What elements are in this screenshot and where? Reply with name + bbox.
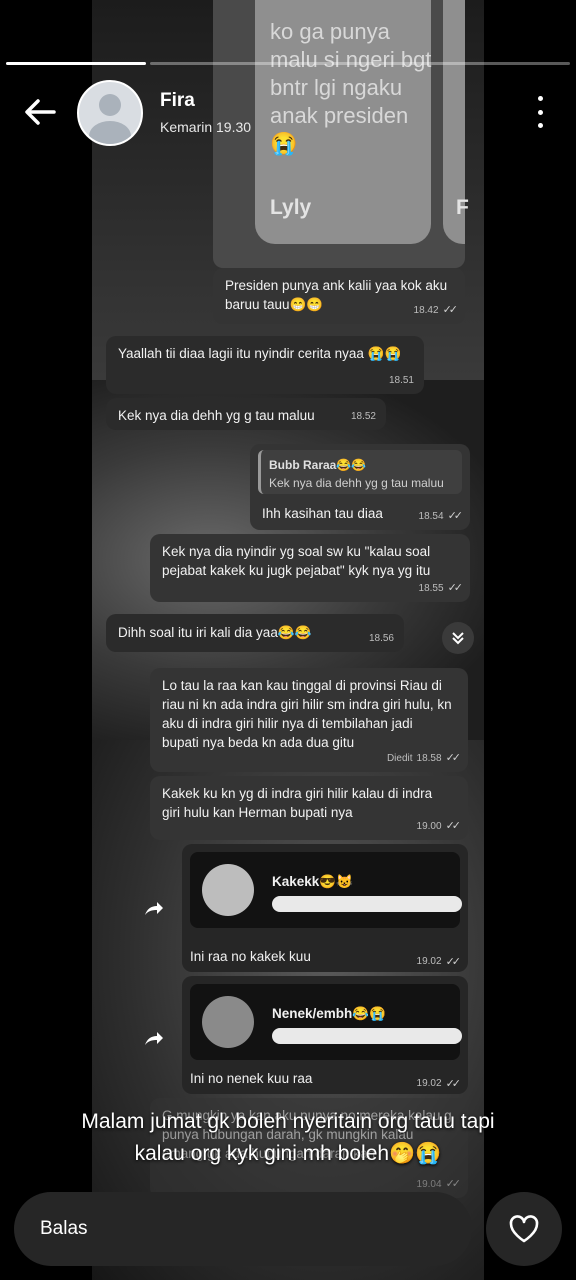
message-time: 18.51 — [388, 375, 414, 386]
read-ticks-icon: ✓✓ — [445, 1178, 462, 1190]
message-time: 18.54 — [418, 511, 444, 522]
contact-avatar — [202, 996, 254, 1048]
read-ticks-icon: ✓✓ — [445, 956, 462, 968]
contact-avatar — [202, 864, 254, 916]
back-button[interactable] — [18, 92, 62, 132]
chat-message: Kek nya dia nyindir yg soal sw ku "kalau… — [150, 534, 470, 602]
redacted-number — [272, 896, 462, 912]
reply-placeholder: Balas — [40, 1218, 88, 1239]
read-ticks-icon: ✓✓ — [445, 820, 462, 832]
message-time: 19.00 — [416, 821, 442, 832]
message-time: 18.58 — [416, 753, 442, 764]
message-text: Yaallah tii diaa lagii itu nyindir cerit… — [118, 346, 402, 361]
chevron-double-down-icon — [452, 632, 464, 645]
story-progress-next — [150, 62, 570, 65]
story-caption-line2: kalau org kyk gini mh boleh🤭😭 — [134, 1142, 442, 1165]
chat-message-reply: Bubb Raraa😂😂 Kek nya dia dehh yg g tau m… — [250, 444, 470, 530]
menu-dot — [537, 109, 543, 115]
default-avatar-icon — [89, 94, 131, 144]
contact-name: Nenek/embh😂😭 — [272, 1006, 386, 1021]
message-time: 19.02 — [416, 956, 442, 967]
embedded-story-name: Lyly — [270, 196, 312, 219]
story-author-name[interactable]: Fira — [160, 90, 195, 112]
message-time: 18.55 — [418, 583, 444, 594]
message-text: Dihh soal itu iri kali dia yaa😂😂 — [118, 625, 312, 640]
message-time: 18.56 — [368, 633, 394, 644]
read-ticks-icon: ✓✓ — [442, 304, 459, 316]
message-text: Ini no nenek kuu raa — [190, 1071, 313, 1086]
embedded-story-next-initial: F — [456, 196, 469, 219]
message-time: 19.02 — [416, 1078, 442, 1089]
message-time: 18.52 — [350, 411, 376, 422]
contact-card[interactable]: Nenek/embh😂😭 — [190, 984, 462, 1060]
story-caption-line1: Malam jumat gk boleh nyeritain org tauu … — [81, 1110, 495, 1133]
arrow-left-icon — [25, 99, 56, 125]
chat-message: Yaallah tii diaa lagii itu nyindir cerit… — [106, 336, 424, 394]
read-ticks-icon: ✓✓ — [445, 1078, 462, 1090]
story-progress-current — [6, 62, 146, 65]
kebab-menu-button[interactable] — [528, 96, 552, 128]
message-text: Ihh kasihan tau diaa — [262, 506, 383, 521]
heart-icon — [509, 1215, 539, 1243]
chat-message: Kakek ku kn yg di indra giri hilir kalau… — [150, 776, 468, 840]
read-ticks-icon: ✓✓ — [447, 582, 464, 594]
edited-label: Diedit — [386, 753, 413, 764]
contact-name: Kakekk😎😺 — [272, 874, 353, 889]
scroll-down-button[interactable] — [442, 622, 474, 654]
avatar[interactable] — [77, 80, 143, 146]
story-timestamp: Kemarin 19.30 — [160, 119, 252, 135]
forward-button[interactable] — [140, 1024, 168, 1052]
embedded-story-text: ko ga punya malu si ngeri bgt bntr lgi n… — [270, 19, 432, 156]
message-time: 18.42 — [413, 305, 439, 316]
like-button[interactable] — [486, 1192, 562, 1266]
contact-card-message[interactable]: Nenek/embh😂😭 Ini no nenek kuu raa 19.02 ✓… — [182, 976, 468, 1094]
read-ticks-icon: ✓✓ — [445, 752, 462, 764]
chat-message: Kek nya dia dehh yg g tau maluu 18.52 — [106, 398, 386, 430]
message-text: Ini raa no kakek kuu — [190, 949, 311, 964]
chat-message: Dihh soal itu iri kali dia yaa😂😂 18.56 — [106, 614, 404, 652]
menu-dot — [537, 123, 543, 128]
message-text: Kek nya dia dehh yg g tau maluu — [118, 408, 315, 423]
chat-message: Presiden punya ank kalii yaa kok aku bar… — [213, 268, 465, 324]
contact-card-message[interactable]: Kakekk😎😺 Ini raa no kakek kuu 19.02 ✓✓ — [182, 844, 468, 972]
menu-dot — [537, 96, 543, 101]
redacted-number — [272, 1028, 462, 1044]
contact-card[interactable]: Kakekk😎😺 — [190, 852, 462, 928]
quoted-sender: Bubb Raraa😂😂 — [269, 458, 367, 472]
message-text: Kakek ku kn yg di indra giri hilir kalau… — [162, 786, 433, 820]
chat-message: Lo tau la raa kan kau tinggal di provins… — [150, 668, 468, 772]
message-text: Lo tau la raa kan kau tinggal di provins… — [162, 678, 452, 750]
forward-icon — [145, 1032, 163, 1045]
message-text: Kek nya dia nyindir yg soal sw ku "kalau… — [162, 544, 431, 578]
forward-icon — [145, 902, 163, 915]
quoted-message[interactable]: Bubb Raraa😂😂 Kek nya dia dehh yg g tau m… — [258, 450, 462, 494]
read-ticks-icon: ✓✓ — [447, 510, 464, 522]
reply-input[interactable]: Balas — [14, 1192, 472, 1266]
story-caption: Malam jumat gk boleh nyeritain org tauu … — [0, 1106, 576, 1170]
quoted-text: Kek nya dia dehh yg g tau maluu — [269, 476, 444, 490]
forward-button[interactable] — [140, 894, 168, 922]
